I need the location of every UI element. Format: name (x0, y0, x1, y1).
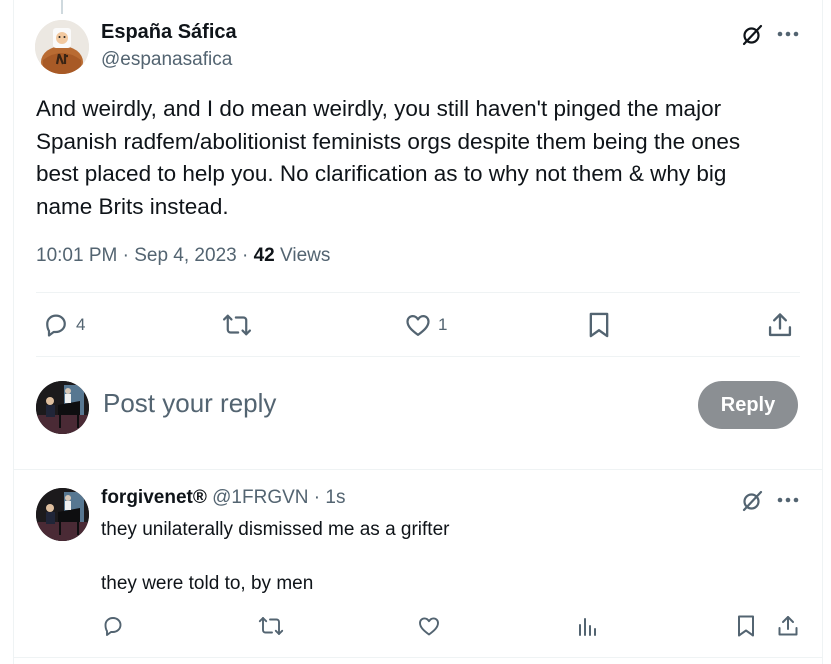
bookmark-button[interactable] (586, 311, 612, 339)
bookmark-icon (738, 615, 754, 637)
reply-reply-button[interactable] (101, 614, 125, 638)
share-button[interactable] (766, 311, 794, 339)
tweet-meta: 10:01 PM · Sep 4, 2023 · 42 Views (36, 245, 330, 267)
author-avatar[interactable] (35, 20, 89, 74)
reply-text-line: they unilaterally dismissed me as a grif… (101, 519, 450, 540)
reply-input[interactable]: Post your reply (103, 388, 276, 419)
views-icon (579, 618, 596, 636)
tweet-text-line: Spanish radfem/abolitionist feminists or… (36, 128, 741, 154)
user-avatar[interactable] (36, 381, 89, 434)
like-count: 1 (438, 315, 448, 334)
meta-separator: · (241, 245, 249, 266)
reply-like-button[interactable] (417, 614, 441, 638)
reply-button[interactable]: 4 (42, 311, 85, 339)
column-border-left (13, 0, 14, 664)
reply-text-line (101, 543, 449, 570)
tweet-text-line: And weirdly, and I do mean weirdly, you … (36, 96, 722, 121)
tweet-text-line: best placed to help you. No clarificatio… (36, 161, 727, 186)
divider (36, 356, 800, 357)
tweet-time[interactable]: 10:01 PM (36, 245, 117, 266)
grok-icon[interactable] (738, 487, 766, 515)
meta-separator: · (313, 487, 321, 508)
share-icon (768, 313, 792, 337)
divider (13, 657, 823, 658)
author-name[interactable]: España Sáfica (101, 21, 237, 44)
grok-icon[interactable] (738, 21, 766, 49)
like-icon (419, 617, 439, 636)
column-border-right (822, 0, 823, 664)
tweet-text-line: name Brits instead. (36, 193, 229, 219)
reply-header: forgivenet® @1FRGVN · 1s (101, 487, 345, 509)
reply-author-name[interactable]: forgivenet® (101, 487, 207, 508)
reply-count: 4 (76, 315, 86, 334)
more-icon[interactable] (775, 487, 801, 513)
reply-text-line: they were told to, by men (101, 573, 314, 594)
share-icon (778, 616, 798, 636)
reply-author-avatar[interactable] (36, 488, 89, 541)
retweet-icon (222, 314, 252, 336)
bookmark-icon (589, 312, 609, 338)
like-button[interactable]: 1 (404, 311, 447, 339)
reply-retweet-button[interactable] (258, 614, 284, 638)
divider (36, 292, 800, 293)
reply-views-button[interactable] (576, 614, 600, 638)
thread-connector-line (61, 0, 63, 14)
more-icon[interactable] (775, 21, 801, 47)
author-handle[interactable]: @espanasafica (101, 49, 232, 71)
reply-icon (104, 617, 122, 636)
retweet-icon (258, 617, 284, 635)
meta-separator: · (122, 245, 129, 266)
reply-icon (46, 314, 66, 337)
tweet-date[interactable]: Sep 4, 2023 (134, 245, 236, 266)
retweet-button[interactable] (222, 311, 252, 339)
reply-submit-button[interactable]: Reply (698, 381, 798, 429)
views-count[interactable]: 42 (254, 245, 275, 266)
reply-share-button[interactable] (776, 614, 800, 638)
tweet-text: And weirdly, and I do mean weirdly, you … (36, 93, 806, 223)
views-label[interactable]: Views (280, 245, 330, 266)
reply-author-handle[interactable]: @1FRGVN (212, 487, 308, 508)
divider (13, 469, 823, 470)
like-icon (406, 315, 430, 337)
reply-bookmark-button[interactable] (735, 614, 757, 638)
reply-text: they unilaterally dismissed me as a grif… (101, 516, 449, 597)
reply-time[interactable]: 1s (325, 487, 345, 508)
